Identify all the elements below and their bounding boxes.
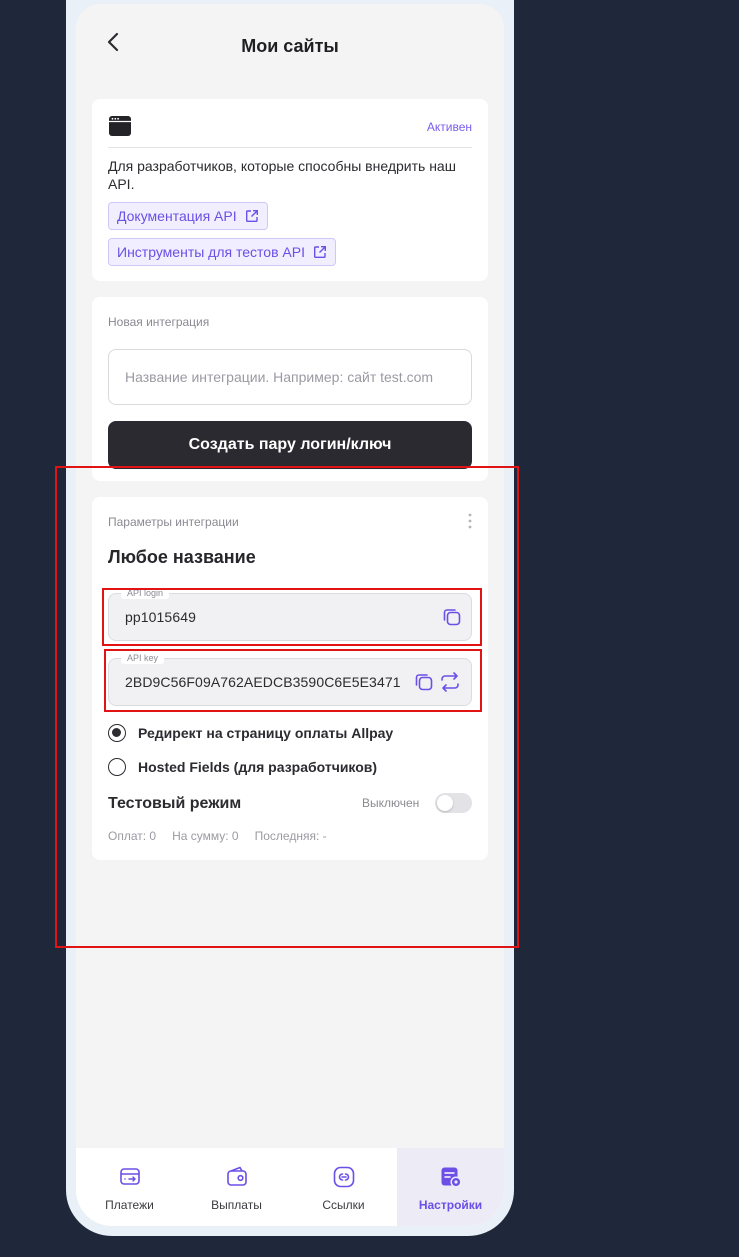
copy-icon[interactable] <box>413 671 435 693</box>
tab-payments-label: Платежи <box>105 1198 154 1212</box>
tab-payouts[interactable]: Выплаты <box>183 1148 290 1226</box>
bottom-tab-bar: Платежи Выплаты Ссылки Настройки <box>76 1148 504 1226</box>
api-test-tools-link[interactable]: Инструменты для тестов API <box>108 238 336 266</box>
api-key-legend: API key <box>121 652 165 664</box>
page-title: Мои сайты <box>241 36 339 56</box>
tab-payments[interactable]: Платежи <box>76 1148 183 1226</box>
tab-links-label: Ссылки <box>322 1198 365 1212</box>
api-login-legend: API login <box>121 587 170 599</box>
divider <box>108 147 472 148</box>
api-description: Для разработчиков, которые способны внед… <box>108 158 456 192</box>
test-mode-status: Выключен <box>362 796 420 810</box>
new-integration-card: Новая интеграция Создать пару логин/ключ <box>92 297 488 481</box>
more-options-icon[interactable] <box>464 511 476 531</box>
api-key-field: API key 2BD9C56F09A762AEDCB3590C6E5E3471 <box>108 652 472 706</box>
stat-sum: На сумму: 0 <box>172 829 239 843</box>
app-screen: Мои сайты Активен Для разработчиков, кот… <box>76 4 504 1226</box>
create-credentials-button[interactable]: Создать пару логин/ключ <box>108 421 472 469</box>
integration-name: Любое название <box>108 547 256 567</box>
external-link-icon <box>245 210 258 222</box>
redirect-option-label: Редирект на страницу оплаты Allpay <box>138 725 394 741</box>
integration-name-input[interactable] <box>108 349 472 405</box>
stat-payments: Оплат: 0 <box>108 829 157 843</box>
browser-window-icon <box>109 116 131 136</box>
card-transfer-icon <box>119 1168 140 1185</box>
link-icon <box>333 1166 354 1188</box>
test-mode-title: Тестовый режим <box>108 795 242 812</box>
stat-last: Последняя: - <box>254 829 327 843</box>
radio-checked[interactable] <box>108 724 126 742</box>
hosted-fields-option[interactable]: Hosted Fields (для разработчиков) <box>108 758 377 776</box>
test-mode-toggle[interactable] <box>435 793 472 813</box>
tab-settings[interactable]: Настройки <box>397 1148 504 1226</box>
tab-links[interactable]: Ссылки <box>290 1148 397 1226</box>
new-integration-label: Новая интеграция <box>108 315 210 329</box>
wallet-icon <box>226 1166 247 1186</box>
toggle-knob <box>437 795 453 811</box>
api-info-card: Активен Для разработчиков, которые спосо… <box>92 99 488 281</box>
api-docs-link-label: Документация API <box>117 208 237 224</box>
api-login-value: pp1015649 <box>125 609 196 625</box>
copy-icon[interactable] <box>441 606 463 628</box>
api-login-field: API login pp1015649 <box>108 587 472 641</box>
api-test-tools-link-label: Инструменты для тестов API <box>117 244 305 260</box>
status-badge: Активен <box>426 120 472 134</box>
integration-params-label: Параметры интеграции <box>108 515 239 529</box>
settings-icon <box>441 1167 462 1188</box>
radio-unchecked[interactable] <box>108 758 126 776</box>
regenerate-icon[interactable] <box>439 671 461 693</box>
hosted-fields-option-label: Hosted Fields (для разработчиков) <box>138 759 378 775</box>
integration-params-card: Параметры интеграции Любое название API … <box>92 497 488 860</box>
tab-payouts-label: Выплаты <box>211 1198 262 1212</box>
api-key-value: 2BD9C56F09A762AEDCB3590C6E5E3471 <box>125 674 401 690</box>
header: Мои сайты <box>76 4 504 92</box>
api-docs-link[interactable]: Документация API <box>108 202 268 230</box>
redirect-option[interactable]: Редирект на страницу оплаты Allpay <box>108 724 393 742</box>
external-link-icon <box>313 246 326 258</box>
tab-settings-label: Настройки <box>418 1198 483 1212</box>
integration-stats: Оплат: 0 На сумму: 0 Последняя: - <box>108 829 327 843</box>
